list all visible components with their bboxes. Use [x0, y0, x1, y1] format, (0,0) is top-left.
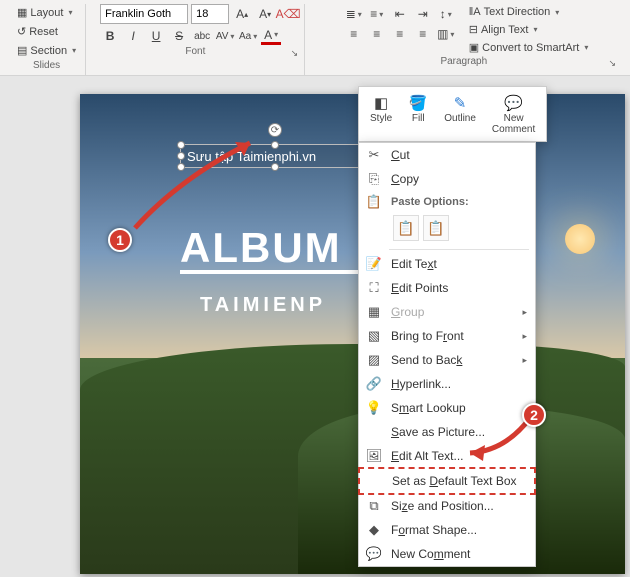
ctx-edit-points[interactable]: ⛶Edit Points: [359, 276, 535, 300]
ribbon: ▦ Layout▾ ↺ Reset ▤ Section▾ Slides A▴ A…: [0, 0, 630, 76]
align-center-button[interactable]: ≡: [367, 24, 387, 44]
clear-formatting-button[interactable]: A⌫: [278, 4, 298, 24]
edit-points-icon: ⛶: [365, 280, 383, 296]
ctx-paste-options-label: 📋Paste Options:: [359, 191, 535, 213]
cut-icon: ✂: [365, 147, 383, 163]
line-spacing-button[interactable]: ↕▾: [436, 4, 456, 24]
new-comment-icon: 💬: [365, 546, 383, 562]
layout-label: Layout: [30, 7, 63, 19]
copy-icon: ⎘: [365, 171, 383, 187]
paragraph-dialog-launcher[interactable]: ↘: [608, 58, 616, 69]
ctx-send-back[interactable]: ▨Send to Back▸: [359, 348, 535, 372]
justify-button[interactable]: ≡: [413, 24, 433, 44]
columns-button[interactable]: ▥▾: [436, 24, 456, 44]
bring-front-icon: ▧: [365, 328, 383, 344]
paste-keep-source[interactable]: 📋: [423, 215, 449, 241]
font-size-select[interactable]: [191, 4, 229, 24]
fill-icon: 🪣: [408, 93, 428, 113]
slides-group-label: Slides: [33, 60, 60, 73]
font-dialog-launcher[interactable]: ↘: [291, 48, 299, 59]
smartart-icon: ▣: [469, 41, 479, 54]
alt-text-icon: 🖼: [365, 448, 383, 464]
mini-style-button[interactable]: ◧Style: [363, 91, 399, 137]
increase-font-button[interactable]: A▴: [232, 4, 252, 24]
numbering-button[interactable]: ≡▾: [367, 4, 387, 24]
outline-icon: ✎: [450, 93, 470, 113]
decrease-font-button[interactable]: A▾: [255, 4, 275, 24]
align-left-button[interactable]: ≡: [344, 24, 364, 44]
font-name-select[interactable]: [100, 4, 188, 24]
align-text-icon: ⊟: [469, 23, 478, 36]
context-menu: ✂Cut ⎘Copy 📋Paste Options: 📋 📋 📝Edit Tex…: [358, 142, 536, 567]
comment-icon: 💬: [504, 93, 524, 113]
smartart-button[interactable]: ▣ Convert to SmartArt▾: [466, 39, 592, 56]
underline-button[interactable]: U: [146, 26, 166, 46]
font-color-button[interactable]: A▾: [261, 28, 281, 45]
ctx-hyperlink[interactable]: 🔗Hyperlink...: [359, 372, 535, 396]
ribbon-group-font: A▴ A▾ A⌫ B I U S abc AV▾ Aa▾ A▾ Font ↘: [94, 4, 305, 75]
ctx-format-shape[interactable]: ◆Format Shape...: [359, 518, 535, 542]
style-icon: ◧: [371, 93, 391, 113]
save-picture-icon: [365, 424, 383, 440]
default-textbox-icon: [366, 473, 384, 489]
hyperlink-icon: 🔗: [365, 376, 383, 392]
paste-dest-theme[interactable]: 📋: [393, 215, 419, 241]
text-direction-button[interactable]: ‖A Text Direction▾: [466, 4, 592, 20]
align-text-button[interactable]: ⊟ Align Text▾: [466, 21, 592, 38]
mini-new-comment-button[interactable]: 💬New Comment: [485, 91, 542, 137]
ctx-copy[interactable]: ⎘Copy: [359, 167, 535, 191]
increase-indent-button[interactable]: ⇥: [413, 4, 433, 24]
text-direction-icon: ‖A: [469, 6, 481, 18]
italic-button[interactable]: I: [123, 26, 143, 46]
ctx-size-position[interactable]: ⧉Size and Position...: [359, 494, 535, 518]
bullets-button[interactable]: ≣▾: [344, 4, 364, 24]
annotation-arrow-1: [120, 128, 280, 238]
paste-icon: 📋: [365, 194, 383, 210]
section-label: Section: [30, 45, 67, 57]
change-case-button[interactable]: Aa▾: [238, 26, 258, 46]
ctx-new-comment[interactable]: 💬New Comment: [359, 542, 535, 566]
edit-text-icon: 📝: [365, 256, 383, 272]
bold-button[interactable]: B: [100, 26, 120, 46]
size-position-icon: ⧉: [365, 498, 383, 514]
ctx-cut[interactable]: ✂Cut: [359, 143, 535, 167]
slide-subtitle[interactable]: TAIMIENP: [200, 294, 326, 317]
annotation-callout-2: 2: [522, 403, 546, 427]
paragraph-group-label: Paragraph: [440, 56, 487, 69]
font-group-label: Font: [185, 46, 205, 59]
ctx-default-textbox[interactable]: Set as Default Text Box: [358, 467, 536, 495]
ctx-group: ▦Group▸: [359, 300, 535, 324]
chevron-right-icon: ▸: [522, 307, 527, 318]
layout-button[interactable]: ▦ Layout▾: [14, 4, 79, 21]
mini-outline-button[interactable]: ✎Outline: [437, 91, 483, 137]
chevron-right-icon: ▸: [522, 331, 527, 342]
ribbon-group-paragraph: ≣▾ ≡▾ ⇤ ⇥ ↕▾ ≡ ≡ ≡ ≡ ▥▾ ‖A Text Directio…: [313, 4, 622, 75]
decrease-indent-button[interactable]: ⇤: [390, 4, 410, 24]
ribbon-group-slides: ▦ Layout▾ ↺ Reset ▤ Section▾ Slides: [8, 4, 86, 75]
ctx-paste-options: 📋 📋: [359, 213, 535, 247]
ctx-edit-text[interactable]: 📝Edit Text: [359, 252, 535, 276]
ctx-bring-front[interactable]: ▧Bring to Front▸: [359, 324, 535, 348]
chevron-right-icon: ▸: [522, 355, 527, 366]
strike-button[interactable]: S: [169, 26, 189, 46]
section-button[interactable]: ▤ Section▾: [14, 42, 79, 59]
text-shadow-button[interactable]: abc: [192, 26, 212, 46]
char-spacing-button[interactable]: AV▾: [215, 26, 235, 46]
align-right-button[interactable]: ≡: [390, 24, 410, 44]
mini-toolbar: ◧Style 🪣Fill ✎Outline 💬New Comment: [358, 86, 547, 142]
smart-lookup-icon: 💡: [365, 400, 383, 416]
mini-fill-button[interactable]: 🪣Fill: [401, 91, 435, 137]
format-shape-icon: ◆: [365, 522, 383, 538]
send-back-icon: ▨: [365, 352, 383, 368]
annotation-callout-1: 1: [108, 228, 132, 252]
reset-label: Reset: [29, 26, 58, 38]
reset-button[interactable]: ↺ Reset: [14, 23, 79, 40]
group-icon: ▦: [365, 304, 383, 320]
